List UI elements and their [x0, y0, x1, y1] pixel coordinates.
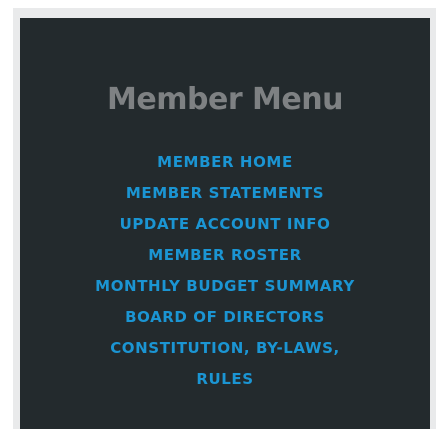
menu-item-board-of-directors: BOARD OF DIRECTORS — [20, 302, 430, 333]
menu-item-monthly-budget-summary: MONTHLY BUDGET SUMMARY — [20, 271, 430, 302]
monthly-budget-summary-link[interactable]: MONTHLY BUDGET SUMMARY — [95, 277, 355, 295]
menu-item-member-home: MEMBER HOME — [20, 147, 430, 178]
member-statements-link[interactable]: MEMBER STATEMENTS — [126, 184, 324, 202]
menu-item-member-roster: MEMBER ROSTER — [20, 240, 430, 271]
menu-item-update-account-info: UPDATE ACCOUNT INFO — [20, 209, 430, 240]
menu-item-member-statements: MEMBER STATEMENTS — [20, 178, 430, 209]
constitution-bylaws-rules-link[interactable]: CONSTITUTION, BY-LAWS, RULES — [80, 333, 370, 395]
member-menu-widget: Member Menu MEMBER HOME MEMBER STATEMENT… — [20, 18, 430, 429]
widget-title: Member Menu — [107, 82, 343, 117]
member-home-link[interactable]: MEMBER HOME — [157, 153, 293, 171]
update-account-info-link[interactable]: UPDATE ACCOUNT INFO — [120, 215, 331, 233]
page-frame: Member Menu MEMBER HOME MEMBER STATEMENT… — [0, 0, 436, 429]
board-of-directors-link[interactable]: BOARD OF DIRECTORS — [125, 308, 325, 326]
member-menu-list: MEMBER HOME MEMBER STATEMENTS UPDATE ACC… — [20, 147, 430, 395]
member-roster-link[interactable]: MEMBER ROSTER — [148, 246, 302, 264]
menu-item-constitution-bylaws-rules: CONSTITUTION, BY-LAWS, RULES — [20, 333, 430, 395]
